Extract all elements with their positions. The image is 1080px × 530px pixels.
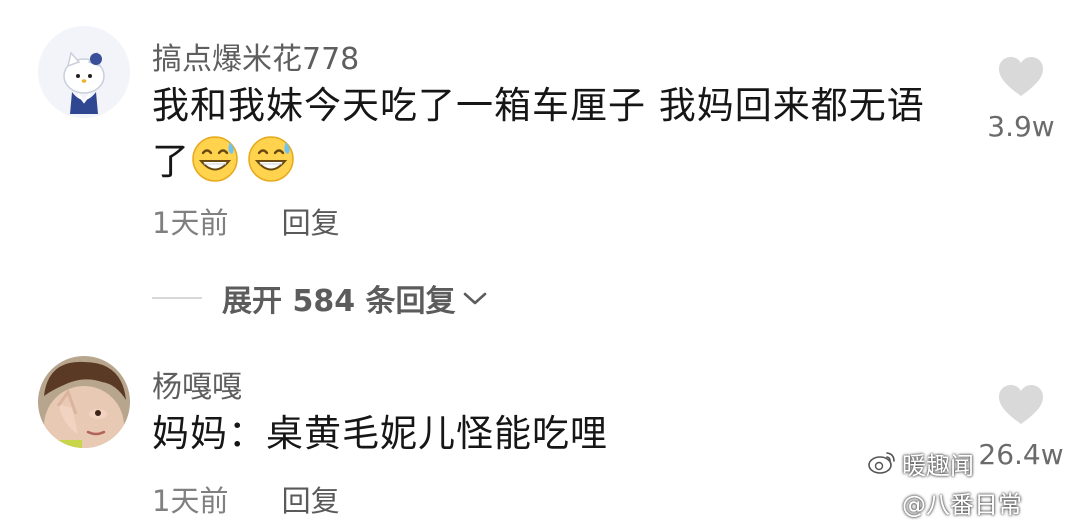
grinning-sweat-emoji	[190, 134, 240, 184]
reply-button[interactable]: 回复	[282, 200, 340, 242]
comment-list: 搞点爆米花778 我和我妹今天吃了一箱车厘子 我妈回来都无语了 1天前 回复 3…	[0, 0, 1080, 530]
comment-time: 1天前	[152, 206, 229, 240]
expand-replies-button[interactable]: 展开 584 条回复	[152, 276, 488, 320]
avatar[interactable]	[38, 356, 130, 448]
weibo-logo-icon	[868, 452, 895, 474]
comment-text: 我和我妹今天吃了一箱车厘子 我妈回来都无语了	[152, 78, 942, 190]
comment-text: 妈妈：桌黄毛妮儿怪能吃哩	[152, 412, 608, 455]
like-count: 3.9w	[987, 110, 1055, 143]
heart-icon	[999, 385, 1043, 424]
grinning-sweat-emoji	[246, 134, 296, 184]
watermark-handle: @八番日常	[902, 491, 1022, 519]
avatar-hello-kitty-image	[38, 26, 130, 118]
comment-meta: 1天前 回复	[152, 478, 340, 520]
divider-line	[152, 297, 202, 299]
reply-button[interactable]: 回复	[282, 478, 340, 520]
comment-username[interactable]: 杨嘎嘎	[152, 362, 242, 406]
chevron-down-icon	[463, 292, 486, 305]
avatar-photo-image	[38, 356, 130, 448]
avatar[interactable]	[38, 26, 130, 118]
watermark: 暖趣闻 @八番日常	[868, 446, 1062, 520]
expand-replies-label: 展开 584 条回复	[222, 284, 456, 319]
comment-time: 1天前	[152, 484, 229, 518]
watermark-name: 暖趣闻	[902, 452, 974, 480]
like-button[interactable]: 3.9w	[966, 56, 1076, 143]
comment-meta: 1天前 回复	[152, 200, 340, 242]
heart-icon	[999, 57, 1043, 96]
comment-username[interactable]: 搞点爆米花778	[152, 34, 359, 78]
